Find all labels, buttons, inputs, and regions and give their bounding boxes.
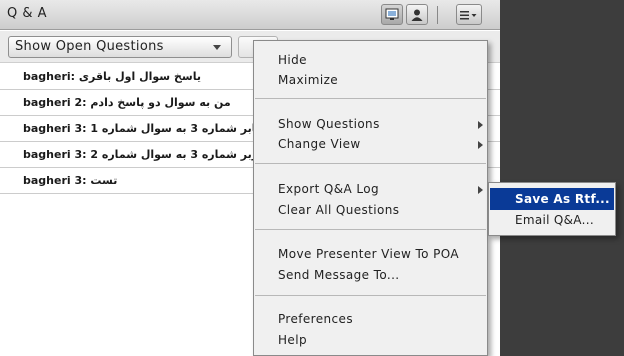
menu-separator <box>255 163 486 164</box>
toolbar-separator <box>437 6 438 24</box>
person-icon <box>411 9 423 21</box>
menu-separator <box>255 295 486 296</box>
menu-item-show-questions[interactable]: Show Questions <box>278 117 380 131</box>
pod-options-menu: Hide Maximize Show Questions Change View… <box>253 40 488 356</box>
menu-icon <box>460 10 477 19</box>
menu-separator <box>255 229 486 230</box>
menu-item-clear-all-questions[interactable]: Clear All Questions <box>278 203 399 217</box>
question-text: bagheri 3: تست <box>23 174 118 187</box>
export-log-submenu: Save As Rtf... Email Q&A... <box>488 182 616 236</box>
chevron-down-icon <box>213 45 221 50</box>
menu-item-maximize[interactable]: Maximize <box>278 73 338 87</box>
question-text: bagheri 2: من به سوال دو پاسخ دادم <box>23 96 231 109</box>
presenter-view-icon <box>385 8 399 20</box>
menu-item-help[interactable]: Help <box>278 333 307 347</box>
pod-options-button[interactable] <box>456 4 482 25</box>
pod-title: Q & A <box>7 6 48 21</box>
menu-separator <box>255 98 486 99</box>
submenu-item-save-as-rtf[interactable]: Save As Rtf... <box>515 192 610 206</box>
submenu-arrow-icon <box>478 186 483 194</box>
submenu-item-email-qa[interactable]: Email Q&A... <box>515 213 594 227</box>
menu-item-preferences[interactable]: Preferences <box>278 312 353 326</box>
submenu-arrow-icon <box>478 141 483 149</box>
presenter-view-button[interactable] <box>381 4 403 25</box>
pod-title-bar: Q & A <box>0 0 500 30</box>
menu-item-export-log[interactable]: Export Q&A Log <box>278 182 379 196</box>
submenu-arrow-icon <box>478 121 483 129</box>
filter-selected-label: Show Open Questions <box>15 39 164 54</box>
menu-item-change-view[interactable]: Change View <box>278 137 361 151</box>
menu-item-move-presenter-view[interactable]: Move Presenter View To POA <box>278 247 459 261</box>
menu-item-hide[interactable]: Hide <box>278 53 307 67</box>
question-filter-dropdown[interactable]: Show Open Questions <box>8 36 232 58</box>
question-text: bagheri: یاسخ سوال اول باقری <box>23 70 201 83</box>
participant-view-button[interactable] <box>406 4 428 25</box>
menu-item-send-message[interactable]: Send Message To... <box>278 268 400 282</box>
